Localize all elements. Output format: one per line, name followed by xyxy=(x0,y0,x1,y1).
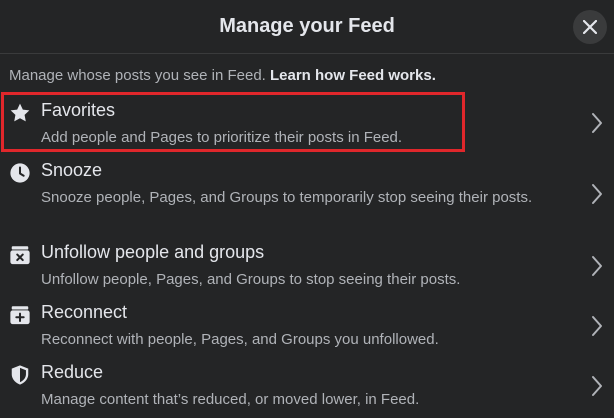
menu-item-description: Reconnect with people, Pages, and Groups… xyxy=(41,331,439,348)
intro-description: Manage whose posts you see in Feed. xyxy=(9,67,266,84)
unfollow-box-icon xyxy=(9,244,31,266)
menu-item-snooze[interactable]: Snooze Snooze people, Pages, and Groups … xyxy=(0,160,614,230)
menu-item-description: Snooze people, Pages, and Groups to temp… xyxy=(41,189,533,206)
menu-item-description: Manage content that’s reduced, or moved … xyxy=(41,391,420,408)
menu-item-label: Snooze xyxy=(41,160,103,180)
menu-item-reconnect[interactable]: Reconnect Reconnect with people, Pages, … xyxy=(0,302,614,352)
menu-item-description: Add people and Pages to prioritize their… xyxy=(41,129,403,146)
menu-item-label: Favorites xyxy=(41,100,116,120)
learn-how-feed-works-link[interactable]: Learn how Feed works. xyxy=(270,67,436,84)
menu-item-label: Reconnect xyxy=(41,302,128,322)
chevron-right-icon xyxy=(592,113,602,133)
menu-item-description: Unfollow people, Pages, and Groups to st… xyxy=(41,271,461,288)
manage-feed-dialog: Manage your Feed Manage whose posts you … xyxy=(0,0,614,418)
menu-item-favorites[interactable]: Favorites Add people and Pages to priori… xyxy=(0,100,614,152)
intro-text: Manage whose posts you see in Feed. Lear… xyxy=(9,67,436,84)
clock-icon xyxy=(9,162,31,184)
menu-item-unfollow[interactable]: Unfollow people and groups Unfollow peop… xyxy=(0,242,614,292)
menu-item-label: Reduce xyxy=(41,362,104,382)
chevron-right-icon xyxy=(592,184,602,204)
chevron-right-icon xyxy=(592,376,602,396)
shield-icon xyxy=(9,364,31,386)
dialog-header: Manage your Feed xyxy=(0,0,614,54)
close-icon xyxy=(583,20,597,34)
chevron-right-icon xyxy=(592,316,602,336)
star-icon xyxy=(9,102,31,124)
reconnect-box-icon xyxy=(9,304,31,326)
close-button[interactable] xyxy=(573,10,607,44)
menu-item-label: Unfollow people and groups xyxy=(41,242,265,262)
menu-item-reduce[interactable]: Reduce Manage content that’s reduced, or… xyxy=(0,362,614,412)
dialog-title: Manage your Feed xyxy=(219,15,395,37)
chevron-right-icon xyxy=(592,256,602,276)
